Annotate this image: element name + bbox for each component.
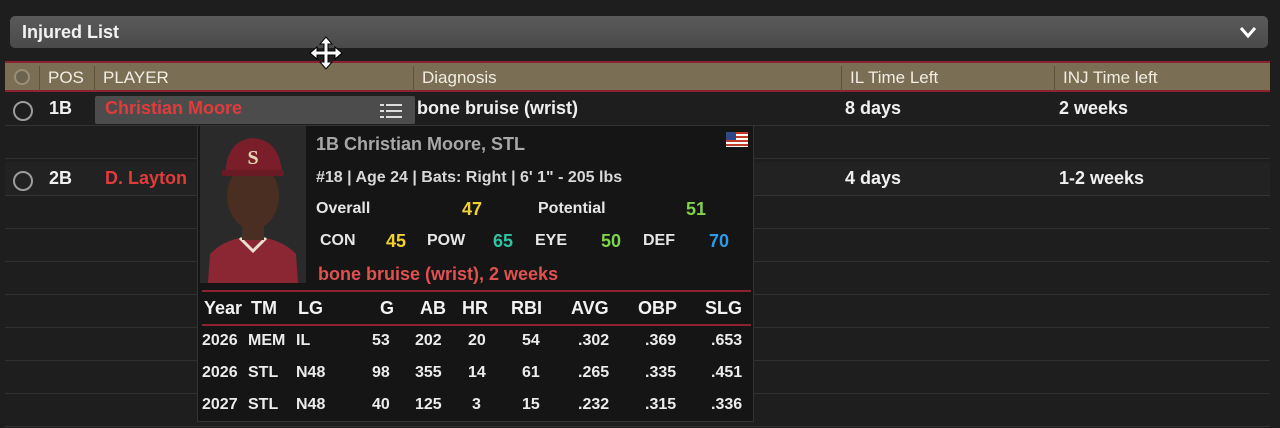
eye-value: 50 <box>601 231 622 251</box>
stat-avg: .232 <box>578 396 610 413</box>
row-diagnosis: bone bruise (wrist) <box>417 98 579 118</box>
stats-header-row: Year TM LG G AB HR RBI AVG OBP SLG <box>202 296 751 326</box>
column-inj-time[interactable]: INJ Time left <box>1055 66 1270 91</box>
player-link[interactable]: Christian Moore <box>105 98 242 119</box>
row-il-time: 8 days <box>845 98 902 118</box>
stat-team: STL <box>248 396 279 413</box>
eye-label: EYE <box>535 232 568 249</box>
move-cursor-icon <box>309 36 343 70</box>
stats-header-slg: SLG <box>705 298 743 318</box>
column-il-time[interactable]: IL Time Left <box>842 66 1055 91</box>
row-select-radio[interactable] <box>13 171 33 191</box>
stat-obp: .315 <box>645 396 677 413</box>
stat-team: MEM <box>248 332 286 349</box>
stat-hr: 3 <box>472 396 481 413</box>
stats-header-year: Year <box>204 298 243 318</box>
row-pos: 1B <box>49 98 73 118</box>
stat-ab: 202 <box>415 332 442 349</box>
potential-label: Potential <box>538 200 606 217</box>
player-portrait-image: S <box>200 126 306 283</box>
stat-g: 98 <box>372 364 390 381</box>
stat-slg: .336 <box>711 396 743 413</box>
pow-value: 65 <box>493 231 514 251</box>
pow-label: POW <box>427 232 466 249</box>
stat-avg: .265 <box>578 364 610 381</box>
def-value: 70 <box>709 231 730 251</box>
injury-summary: bone bruise (wrist), 2 weeks <box>318 264 559 284</box>
stat-league: N48 <box>296 396 326 413</box>
stats-header-g: G <box>380 298 395 318</box>
stat-rbi: 15 <box>522 396 540 413</box>
player-link[interactable]: D. Layton <box>105 168 187 189</box>
stats-header-rbi: RBI <box>511 298 542 318</box>
row-pos: 2B <box>49 168 73 188</box>
stats-header-ab: AB <box>420 298 446 318</box>
column-player[interactable]: PLAYER <box>95 66 414 91</box>
overall-value: 47 <box>462 199 483 219</box>
stats-header-hr: HR <box>462 298 488 318</box>
table-row[interactable]: 1B Christian Moore bone bruise (wrist) 8… <box>5 92 1270 126</box>
stat-avg: .302 <box>578 332 610 349</box>
select-all-column[interactable] <box>5 66 40 91</box>
stats-row: 2026 MEM IL 53 202 20 54 .302 .369 .653 <box>202 326 751 358</box>
stat-g: 53 <box>372 332 390 349</box>
overall-label: Overall <box>316 200 371 217</box>
stat-league: IL <box>296 332 311 349</box>
stat-obp: .369 <box>645 332 677 349</box>
row-inj-time: 2 weeks <box>1059 98 1129 118</box>
stat-year: 2027 <box>202 396 238 413</box>
player-popup-card: S 1B Christian Moore, STL #18 | Age 24 |… <box>197 125 754 422</box>
stat-obp: .335 <box>645 364 677 381</box>
injured-list-header[interactable]: Injured List <box>10 16 1268 48</box>
stats-row: 2027 STL N48 40 125 3 15 .232 .315 .336 <box>202 390 751 422</box>
stats-header-obp: OBP <box>638 298 678 318</box>
con-value: 45 <box>386 231 407 251</box>
def-label: DEF <box>643 232 675 249</box>
stat-rbi: 54 <box>522 332 540 349</box>
select-all-radio[interactable] <box>14 69 30 85</box>
stat-hr: 20 <box>468 332 486 349</box>
row-inj-time: 1-2 weeks <box>1059 168 1145 188</box>
stat-ab: 355 <box>415 364 442 381</box>
stat-year: 2026 <box>202 364 238 381</box>
stat-hr: 14 <box>468 364 486 381</box>
con-label: CON <box>320 232 356 249</box>
stat-team: STL <box>248 364 279 381</box>
table-header: POS PLAYER Diagnosis IL Time Left INJ Ti… <box>5 61 1270 92</box>
panel-title: Injured List <box>22 22 120 42</box>
list-menu-icon[interactable] <box>380 103 402 119</box>
stats-header-avg: AVG <box>571 298 609 318</box>
stat-year: 2026 <box>202 332 238 349</box>
row-il-time: 4 days <box>845 168 902 188</box>
chevron-down-icon[interactable] <box>1238 23 1258 41</box>
svg-text:S: S <box>247 147 258 169</box>
player-name-heading: 1B Christian Moore, STL <box>316 134 526 154</box>
stats-table: Year TM LG G AB HR RBI AVG OBP SLG 2026 … <box>202 290 751 413</box>
column-pos[interactable]: POS <box>40 66 95 91</box>
stats-header-tm: TM <box>251 298 277 318</box>
stats-row: 2026 STL N48 98 355 14 61 .265 .335 .451 <box>202 358 751 390</box>
stat-ab: 125 <box>415 396 442 413</box>
column-diagnosis[interactable]: Diagnosis <box>414 66 842 91</box>
stats-header-lg: LG <box>298 298 323 318</box>
stat-league: N48 <box>296 364 326 381</box>
potential-value: 51 <box>686 199 707 219</box>
player-photo: S <box>200 126 306 283</box>
player-bio: #18 | Age 24 | Bats: Right | 6' 1" - 205… <box>316 169 623 186</box>
stat-rbi: 61 <box>522 364 540 381</box>
usa-flag-icon <box>726 132 748 147</box>
stat-g: 40 <box>372 396 390 413</box>
row-select-radio[interactable] <box>13 101 33 121</box>
stat-slg: .653 <box>711 332 743 349</box>
stat-slg: .451 <box>711 364 743 381</box>
